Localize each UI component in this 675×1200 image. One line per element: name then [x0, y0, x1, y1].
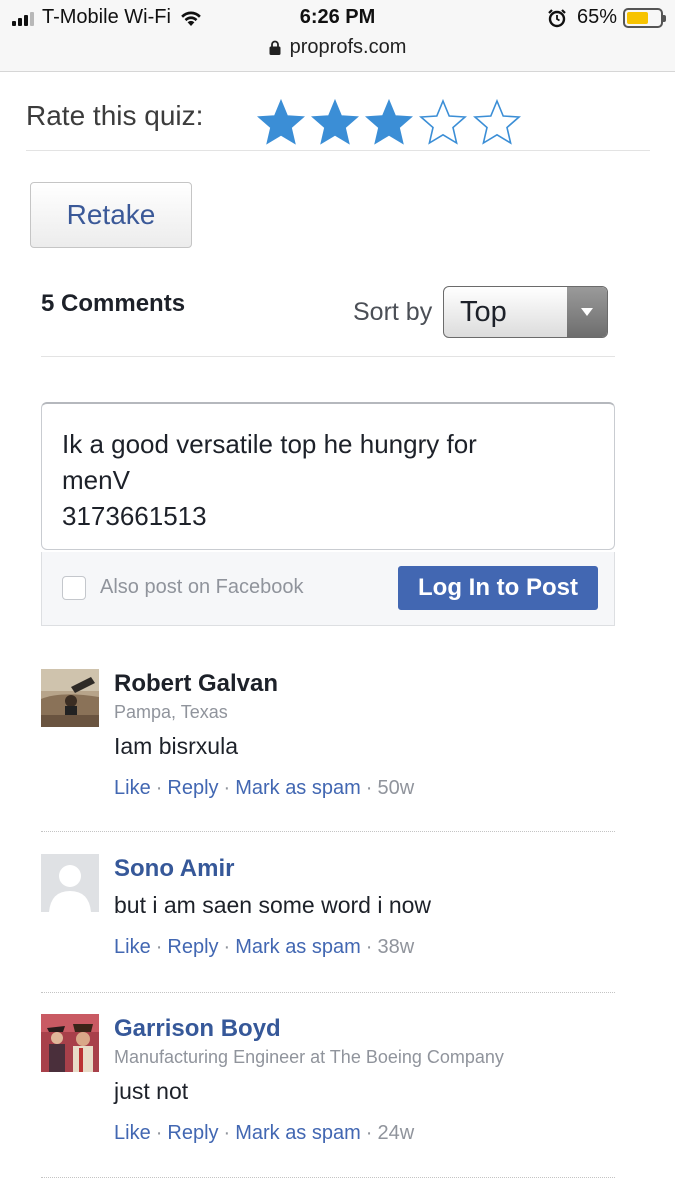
status-bar: T-Mobile Wi-Fi 6:26 PM 65% proprofs.com — [0, 0, 675, 72]
reply-link[interactable]: Reply — [167, 936, 218, 958]
divider — [41, 831, 615, 832]
status-right: 65% — [547, 6, 666, 29]
divider — [41, 992, 615, 993]
separator: · — [365, 936, 373, 958]
sort-label: Sort by — [353, 298, 433, 326]
comment-actions: Like · Reply · Mark as spam · 50w — [114, 775, 615, 801]
like-link[interactable]: Like — [114, 1122, 151, 1144]
dropdown-arrow-icon — [567, 287, 607, 337]
divider — [41, 1177, 615, 1178]
comment-age: 38w — [377, 936, 415, 958]
sort-select[interactable]: Top — [443, 286, 608, 338]
sort-value: Top — [460, 296, 507, 328]
separator: · — [155, 1122, 163, 1144]
comment-actions: Like · Reply · Mark as spam · 38w — [114, 934, 615, 960]
battery-percent: 65% — [576, 6, 617, 28]
comment-age: 50w — [377, 777, 415, 799]
separator: · — [223, 777, 231, 799]
url-text: proprofs.com — [289, 36, 407, 58]
avatar[interactable] — [41, 1014, 99, 1072]
star-empty-icon[interactable] — [472, 98, 522, 148]
comment-input[interactable]: Ik a good versatile top he hungry for me… — [41, 402, 615, 550]
separator: · — [155, 777, 163, 799]
comment-author: Robert Galvan — [114, 670, 279, 697]
mark-as-spam-link[interactable]: Mark as spam — [235, 1122, 361, 1144]
separator: · — [155, 936, 163, 958]
separator: · — [365, 777, 373, 799]
mark-as-spam-link[interactable]: Mark as spam — [235, 777, 361, 799]
avatar[interactable] — [41, 669, 99, 727]
facebook-checkbox[interactable] — [62, 576, 86, 600]
comment-actions: Like · Reply · Mark as spam · 24w — [114, 1120, 615, 1146]
composer-footer: Also post on Facebook Log In to Post — [41, 552, 615, 626]
comment-author[interactable]: Sono Amir — [114, 854, 615, 884]
separator: · — [223, 1122, 231, 1144]
login-to-post-button[interactable]: Log In to Post — [398, 566, 598, 610]
star-filled-icon[interactable] — [310, 98, 360, 148]
battery-fill — [627, 11, 648, 24]
star-empty-icon[interactable] — [418, 98, 468, 148]
comment-age: 24w — [377, 1122, 415, 1144]
mark-as-spam-link[interactable]: Mark as spam — [235, 936, 361, 958]
separator: · — [223, 936, 231, 958]
comment-body: Robert Galvan Pampa, Texas Iam bisrxula … — [114, 669, 615, 801]
retake-button[interactable]: Retake — [30, 182, 192, 248]
rate-label: Rate this quiz: — [26, 100, 204, 131]
avatar[interactable] — [41, 854, 99, 912]
alarm-icon — [548, 8, 566, 27]
comment-author[interactable]: Garrison Boyd — [114, 1014, 615, 1044]
comment-text: just not — [114, 1078, 189, 1104]
reply-link[interactable]: Reply — [167, 777, 218, 799]
star-rating[interactable] — [256, 98, 522, 148]
comment-text: Iam bisrxula — [114, 733, 238, 759]
separator: · — [365, 1122, 373, 1144]
like-link[interactable]: Like — [114, 936, 151, 958]
star-filled-icon[interactable] — [364, 98, 414, 148]
comment-author-subtitle: Manufacturing Engineer at The Boeing Com… — [114, 1047, 504, 1067]
divider — [26, 150, 650, 151]
address-bar[interactable]: proprofs.com — [0, 36, 675, 59]
battery-icon — [623, 7, 666, 28]
comments-count: 5 Comments — [41, 290, 186, 317]
facebook-checkbox-label: Also post on Facebook — [100, 576, 304, 598]
comment-body: Garrison Boyd Manufacturing Engineer at … — [114, 1014, 615, 1146]
comment-author-subtitle: Pampa, Texas — [114, 702, 228, 722]
reply-link[interactable]: Reply — [167, 1122, 218, 1144]
like-link[interactable]: Like — [114, 777, 151, 799]
divider — [41, 356, 615, 357]
comment-body: Sono Amir but i am saen some word i now … — [114, 854, 615, 960]
star-filled-icon[interactable] — [256, 98, 306, 148]
lock-icon — [269, 40, 281, 55]
comment-text: but i am saen some word i now — [114, 892, 432, 918]
